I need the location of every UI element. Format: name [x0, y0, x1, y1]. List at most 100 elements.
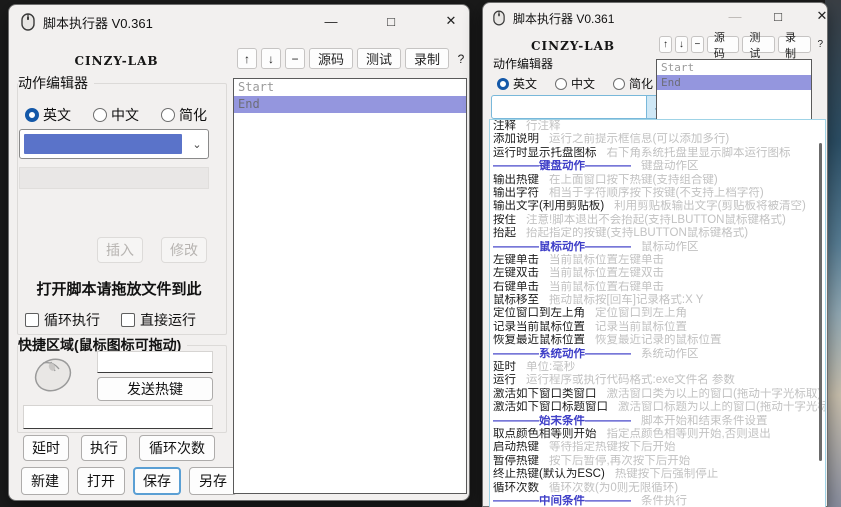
direct-run-checkbox[interactable]: 直接运行	[121, 310, 196, 330]
dropdown-separator[interactable]: ————键盘动作————键盘动作区	[490, 160, 825, 173]
secondary-window: 脚本执行器 V0.361 — □ ✕ CINZY-LAB ↑ ↓ − 源码 测试…	[482, 2, 828, 507]
record-button[interactable]: 录制	[778, 36, 811, 53]
move-down-button[interactable]: ↓	[261, 48, 281, 69]
combobox-selection	[24, 134, 182, 154]
dropdown-item[interactable]: 定位窗口到左上角定位窗口到左上角	[490, 307, 825, 320]
maximize-button[interactable]: □	[761, 3, 795, 29]
close-button[interactable]: ✕	[805, 3, 839, 29]
dropdown-item[interactable]: 鼠标移至拖动鼠标按[回车]记录格式:X Y	[490, 294, 825, 307]
dropdown-item[interactable]: 输出热键在上面窗口按下热键(支持组合键)	[490, 174, 825, 187]
loop-execute-checkbox[interactable]: 循环执行	[25, 310, 100, 330]
delay-button[interactable]: 延时	[23, 435, 69, 461]
app-mouse-icon	[493, 10, 505, 26]
close-button[interactable]: ✕	[434, 7, 468, 35]
script-row-start[interactable]: Start	[657, 60, 811, 75]
dropdown-item[interactable]: 按住注意!脚本退出不会抬起(支持LBUTTON鼠标键格式)	[490, 214, 825, 227]
dropdown-item[interactable]: 激活如下窗口标题窗口激活窗口标题为以上的窗口(拖动十字光标取)	[490, 401, 825, 414]
save-button[interactable]: 保存	[133, 467, 181, 495]
radio-dot	[161, 108, 175, 122]
help-button[interactable]: ?	[814, 36, 827, 53]
brand-label: CINZY-LAB	[9, 54, 224, 68]
dropdown-item[interactable]: 添加说明运行之前提示框信息(可以添加多行)	[490, 133, 825, 146]
radio-english[interactable]: 英文	[25, 105, 71, 125]
toolbar: ↑ ↓ − 源码 测试 录制 ?	[237, 48, 469, 69]
dropdown-separator[interactable]: ————中间条件————条件执行	[490, 495, 825, 507]
action-combobox[interactable]: ⌄	[19, 129, 209, 159]
dropdown-item[interactable]: 暂停热键按下后暂停,再次按下后开始	[490, 455, 825, 468]
dropdown-item[interactable]: 左键单击当前鼠标位置左键单击	[490, 254, 825, 267]
modify-button[interactable]: 修改	[161, 237, 207, 263]
dropdown-separator[interactable]: ————系统动作————系统动作区	[490, 348, 825, 361]
send-hotkey-button[interactable]: 发送热键	[97, 377, 213, 401]
titlebar[interactable]: 脚本执行器 V0.361 — □ ✕	[483, 3, 827, 33]
dropdown-item[interactable]: 注释行注释	[490, 120, 825, 133]
record-button[interactable]: 录制	[405, 48, 449, 69]
source-button[interactable]: 源码	[309, 48, 353, 69]
dropdown-list[interactable]: 注释行注释添加说明运行之前提示框信息(可以添加多行)运行时显示托盘图标右下角系统…	[489, 119, 826, 507]
dropdown-item[interactable]: 记录当前鼠标位置记录当前鼠标位置	[490, 321, 825, 334]
param-field-disabled	[19, 167, 209, 189]
dropdown-item[interactable]: 循环次数循环次数(为0则无限循环)	[490, 482, 825, 495]
minimize-button[interactable]: —	[314, 7, 348, 35]
radio-label: 英文	[513, 75, 537, 92]
combobox-selection	[496, 100, 642, 114]
radio-simplified[interactable]: 简化	[161, 105, 207, 125]
hotkey-input[interactable]	[97, 351, 213, 373]
insert-button[interactable]: 插入	[97, 237, 143, 263]
dropdown-scrollbar[interactable]	[819, 143, 822, 461]
draggable-mouse-icon[interactable]	[29, 353, 75, 395]
execute-button[interactable]: 执行	[81, 435, 127, 461]
chevron-down-icon[interactable]: ⌄	[186, 130, 208, 158]
source-button[interactable]: 源码	[707, 36, 740, 53]
dropdown-item[interactable]: 运行时显示托盘图标右下角系统托盘里显示脚本运行图标	[490, 147, 825, 160]
script-row-end[interactable]: End	[657, 75, 811, 90]
move-up-button[interactable]: ↑	[659, 36, 672, 53]
radio-chinese[interactable]: 中文	[93, 105, 139, 125]
dropdown-item[interactable]: 终止热键(默认为ESC)热键按下后强制停止	[490, 468, 825, 481]
radio-dot	[555, 78, 567, 90]
checkbox-label: 直接运行	[140, 310, 196, 330]
remove-button[interactable]: −	[691, 36, 704, 53]
param-input[interactable]	[23, 405, 213, 429]
dropdown-separator[interactable]: ————始末条件————脚本开始和结束条件设置	[490, 415, 825, 428]
script-listbox[interactable]: Start End	[233, 78, 467, 494]
radio-chinese[interactable]: 中文	[555, 75, 595, 92]
dropdown-item[interactable]: 激活如下窗口类窗口激活窗口类为以上的窗口(拖动十字光标取)	[490, 388, 825, 401]
script-row-start[interactable]: Start	[234, 79, 466, 96]
dropdown-item[interactable]: 恢复最近鼠标位置恢复最近记录的鼠标位置	[490, 334, 825, 347]
dropdown-item[interactable]: 运行运行程序或执行代码格式:exe文件名 参数	[490, 374, 825, 387]
move-up-button[interactable]: ↑	[237, 48, 257, 69]
dropdown-separator[interactable]: ————鼠标动作————鼠标动作区	[490, 241, 825, 254]
move-down-button[interactable]: ↓	[675, 36, 688, 53]
open-button[interactable]: 打开	[77, 467, 125, 495]
dropdown-item[interactable]: 左键双击当前鼠标位置左键双击	[490, 267, 825, 280]
radio-dot	[93, 108, 107, 122]
radio-dot	[497, 78, 509, 90]
dropdown-item[interactable]: 取点颜色相等则开始指定点颜色相等则开始,否则退出	[490, 428, 825, 441]
test-button[interactable]: 测试	[357, 48, 401, 69]
radio-simplified[interactable]: 简化	[613, 75, 653, 92]
action-combobox-open[interactable]: ⌄	[491, 95, 669, 119]
toolbar: ↑ ↓ − 源码 测试 录制 ?	[659, 36, 827, 53]
minimize-button[interactable]: —	[718, 3, 752, 29]
script-row-end[interactable]: End	[234, 96, 466, 113]
help-button[interactable]: ?	[453, 48, 469, 69]
titlebar[interactable]: 脚本执行器 V0.361 — □ ✕	[9, 5, 469, 39]
save-as-button[interactable]: 另存	[189, 467, 237, 495]
dropdown-item[interactable]: 输出字符相当于字符顺序按下按键(不支持上档字符)	[490, 187, 825, 200]
radio-english[interactable]: 英文	[497, 75, 537, 92]
window-title: 脚本执行器 V0.361	[43, 13, 153, 32]
test-button[interactable]: 测试	[742, 36, 775, 53]
checkbox-box	[121, 313, 135, 327]
dropdown-item[interactable]: 右键单击当前鼠标位置右键单击	[490, 281, 825, 294]
maximize-button[interactable]: □	[374, 7, 408, 35]
new-button[interactable]: 新建	[21, 467, 69, 495]
remove-button[interactable]: −	[285, 48, 305, 69]
loop-count-button[interactable]: 循环次数	[139, 435, 215, 461]
radio-dot	[25, 108, 39, 122]
dropdown-item[interactable]: 输出文字(利用剪贴板)利用剪贴板输出文字(剪贴板将被清空)	[490, 200, 825, 213]
dropdown-item[interactable]: 延时单位:毫秒	[490, 361, 825, 374]
radio-dot	[613, 78, 625, 90]
dropdown-item[interactable]: 启动热键等待指定热键按下后开始	[490, 441, 825, 454]
dropdown-item[interactable]: 抬起抬起指定的按键(支持LBUTTON鼠标键格式)	[490, 227, 825, 240]
